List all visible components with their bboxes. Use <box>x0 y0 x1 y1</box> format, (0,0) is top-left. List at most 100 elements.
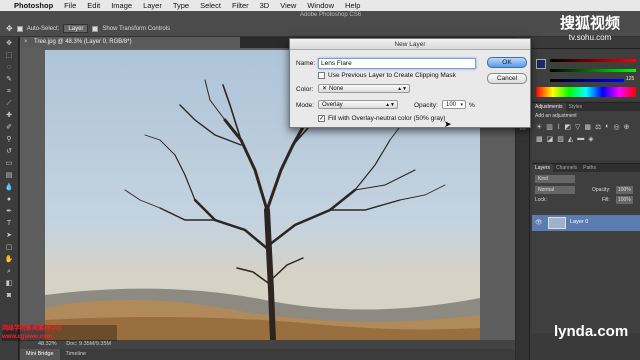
shape-tool-icon[interactable]: ▢ <box>3 243 15 252</box>
opacity-value: 100 <box>446 102 457 108</box>
menu-image[interactable]: Image <box>111 1 132 10</box>
foreground-color-swatch[interactable] <box>536 59 546 69</box>
fill-value[interactable]: 100% <box>616 196 633 204</box>
vibrance-adjust-icon[interactable]: ▽ <box>575 123 580 131</box>
blue-value[interactable]: 125 <box>626 76 634 82</box>
color-dropdown[interactable]: ✕ None ▲▼ <box>318 84 410 93</box>
doc-size[interactable]: Doc: 9.35M/9.35M <box>66 341 111 347</box>
move-tool-icon[interactable]: ✥ <box>6 24 13 33</box>
document-tab[interactable]: × Tree.jpg @ 48.3% (Layer 0, RGB/8*) <box>20 37 240 48</box>
color-spectrum[interactable] <box>536 87 636 97</box>
red-slider[interactable] <box>550 59 636 62</box>
tab-paths[interactable]: Paths <box>580 164 599 172</box>
mode-value: Overlay <box>322 102 343 108</box>
tab-layers[interactable]: Layers <box>532 164 554 172</box>
blend-mode-dropdown[interactable]: Normal <box>535 186 575 194</box>
menu-filter[interactable]: Filter <box>232 1 249 10</box>
bw-adjust-icon[interactable]: ◐ <box>605 123 609 131</box>
document-tab-title: Tree.jpg @ 48.3% (Layer 0, RGB/8*) <box>34 39 132 45</box>
green-slider[interactable] <box>550 69 636 72</box>
menu-view[interactable]: View <box>280 1 296 10</box>
menu-window[interactable]: Window <box>307 1 334 10</box>
opacity-input[interactable]: 100 ▾ <box>442 100 466 109</box>
lasso-tool-icon[interactable]: ◌ <box>3 63 15 72</box>
menu-edit[interactable]: Edit <box>87 1 100 10</box>
adjustments-hint: Add an adjustment <box>535 113 577 119</box>
gradient-tool-icon[interactable]: ▤ <box>3 171 15 180</box>
menu-help[interactable]: Help <box>345 1 360 10</box>
auto-select-dropdown[interactable]: Layer <box>63 24 89 33</box>
move-tool-icon[interactable]: ✥ <box>3 39 15 48</box>
app-menu-photoshop[interactable]: Photoshop <box>14 1 53 10</box>
opacity-value[interactable]: 100% <box>616 186 633 194</box>
clipping-mask-checkbox[interactable] <box>318 72 325 79</box>
layers-panel: Layers Channels Paths Kind Normal Opacit… <box>532 163 640 333</box>
lookup-adjust-icon[interactable]: ▩ <box>536 135 543 143</box>
auto-select-checkbox[interactable] <box>16 25 23 32</box>
menu-file[interactable]: File <box>64 1 76 10</box>
tab-timeline[interactable]: Timeline <box>60 349 93 360</box>
tab-mini-bridge[interactable]: Mini Bridge <box>20 349 60 360</box>
fill-label: Fill: <box>602 197 610 203</box>
quick-select-tool-icon[interactable]: ✎ <box>3 75 15 84</box>
menu-layer[interactable]: Layer <box>143 1 162 10</box>
blue-slider[interactable] <box>550 79 624 82</box>
posterize-adjust-icon[interactable]: ▨ <box>557 135 564 143</box>
healing-tool-icon[interactable]: ✚ <box>3 111 15 120</box>
threshold-adjust-icon[interactable]: ◭ <box>568 135 573 143</box>
crop-tool-icon[interactable]: ⌗ <box>3 87 15 96</box>
visibility-eye-icon[interactable]: 👁 <box>535 219 543 226</box>
eyedropper-tool-icon[interactable]: ⟋ <box>3 99 15 108</box>
gradient-map-adjust-icon[interactable]: ▬ <box>577 135 584 143</box>
photo-filter-adjust-icon[interactable]: ◎ <box>613 123 619 131</box>
brush-tool-icon[interactable]: ✐ <box>3 123 15 132</box>
curves-adjust-icon[interactable]: ⌇ <box>557 123 560 131</box>
status-bar: 48.32% Doc: 9.35M/9.35M <box>20 340 515 349</box>
balance-adjust-icon[interactable]: ⚖ <box>595 123 601 131</box>
menu-3d[interactable]: 3D <box>260 1 270 10</box>
color-panel: 125 <box>532 48 640 100</box>
tab-styles[interactable]: Styles <box>566 103 586 111</box>
levels-adjust-icon[interactable]: ▥ <box>546 123 553 131</box>
layer-name-input[interactable]: Lens Flare <box>318 58 476 69</box>
tab-adjustments[interactable]: Adjustments <box>532 103 566 111</box>
mixer-adjust-icon[interactable]: ⊕ <box>624 123 630 131</box>
color-swatches-icon[interactable]: ◧ <box>3 279 15 288</box>
hand-tool-icon[interactable]: ✋ <box>3 255 15 264</box>
cancel-button[interactable]: Cancel <box>487 73 527 84</box>
history-brush-tool-icon[interactable]: ↺ <box>3 147 15 156</box>
menu-select[interactable]: Select <box>200 1 221 10</box>
show-transform-checkbox[interactable] <box>92 25 99 32</box>
zoom-tool-icon[interactable]: ⌕ <box>3 267 15 276</box>
close-tab-icon[interactable]: × <box>24 37 28 48</box>
exposure-adjust-icon[interactable]: ◩ <box>564 123 571 131</box>
no-color-icon: ✕ <box>322 86 328 92</box>
layer-row-selected[interactable]: 👁 Layer 0 <box>532 215 640 231</box>
new-layer-dialog: New Layer Name: Lens Flare Use Previous … <box>289 38 531 129</box>
dodge-tool-icon[interactable]: ● <box>3 195 15 204</box>
quick-mask-icon[interactable]: ◙ <box>3 291 15 300</box>
menu-type[interactable]: Type <box>173 1 189 10</box>
tab-channels[interactable]: Channels <box>553 164 580 172</box>
blur-tool-icon[interactable]: 💧 <box>3 183 15 192</box>
eraser-tool-icon[interactable]: ▭ <box>3 159 15 168</box>
stamp-tool-icon[interactable]: ⚲ <box>3 135 15 144</box>
fill-neutral-checkbox[interactable]: ✓ <box>318 115 325 122</box>
kind-filter-dropdown[interactable]: Kind <box>535 175 575 183</box>
selective-color-adjust-icon[interactable]: ◈ <box>588 135 593 143</box>
ok-button[interactable]: OK <box>487 57 527 68</box>
sohu-logo: 搜狐视频 <box>559 15 620 32</box>
fill-neutral-label: Fill with Overlay-neutral color (50% gra… <box>328 115 446 122</box>
sohu-watermark: 搜狐视频 tv.sohu.com <box>540 12 640 48</box>
zoom-level[interactable]: 48.32% <box>38 341 57 347</box>
path-select-tool-icon[interactable]: ➤ <box>3 231 15 240</box>
invert-adjust-icon[interactable]: ◪ <box>547 135 554 143</box>
red-watermark-line2: www.cgwww.com <box>2 334 53 340</box>
mode-dropdown[interactable]: Overlay ▲▼ <box>318 100 398 109</box>
layer-name[interactable]: Layer 0 <box>570 219 588 225</box>
hue-adjust-icon[interactable]: ▦ <box>584 123 591 131</box>
marquee-tool-icon[interactable]: ⬚ <box>3 51 15 60</box>
type-tool-icon[interactable]: T <box>3 219 15 228</box>
pen-tool-icon[interactable]: ✒ <box>3 207 15 216</box>
brightness-adjust-icon[interactable]: ☀ <box>536 123 542 131</box>
